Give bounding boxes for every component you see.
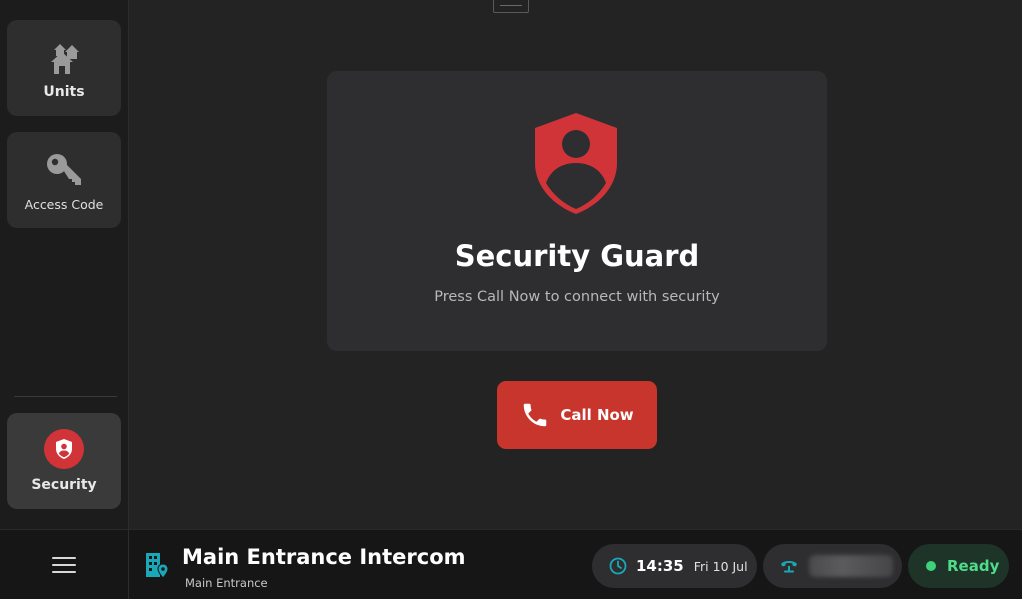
hamburger-icon[interactable] [52, 556, 76, 574]
sidebar-divider [14, 396, 117, 397]
status-label: Ready [947, 557, 1000, 575]
building-location-icon [146, 553, 169, 579]
intercom-title: Main Entrance Intercom [182, 545, 466, 569]
redacted-phone-number [809, 555, 893, 577]
clock-icon [609, 557, 627, 575]
status-bar: Main Entrance Intercom Main Entrance 14:… [0, 529, 1022, 599]
page-subtitle: Press Call Now to connect with security [434, 289, 720, 305]
key-icon [42, 149, 86, 193]
pull-handle[interactable] [493, 0, 529, 13]
sidebar-item-label: Security [31, 477, 97, 493]
clock-pill: 14:35 Fri 10 Jul [592, 544, 757, 588]
shield-user-icon [44, 429, 84, 469]
phone-handset-icon [781, 561, 797, 573]
clock-time: 14:35 [636, 557, 684, 575]
sidebar: Units Access Code Security [0, 0, 129, 529]
shield-user-icon [535, 113, 617, 214]
sidebar-item-units[interactable]: Units [7, 20, 121, 116]
intercom-location: Main Entrance [185, 576, 268, 590]
phone-icon [524, 403, 547, 427]
sidebar-item-label: Units [43, 84, 85, 100]
sidebar-item-security[interactable]: Security [7, 413, 121, 509]
sidebar-item-label: Access Code [24, 196, 104, 212]
sidebar-item-access-code[interactable]: Access Code [7, 132, 121, 228]
page-title: Security Guard [454, 239, 700, 273]
menu-area [0, 530, 129, 599]
clock-date: Fri 10 Jul [693, 558, 748, 574]
status-dot-icon [926, 561, 936, 571]
security-guard-card: Security Guard Press Call Now to connect… [327, 71, 827, 351]
homes-icon [42, 36, 86, 80]
call-now-button[interactable]: Call Now [497, 381, 657, 449]
call-now-label: Call Now [560, 406, 634, 424]
intercom-app: Units Access Code Security Security Guar… [0, 0, 1022, 599]
status-badge: Ready [908, 544, 1009, 588]
phone-pill [763, 544, 902, 588]
